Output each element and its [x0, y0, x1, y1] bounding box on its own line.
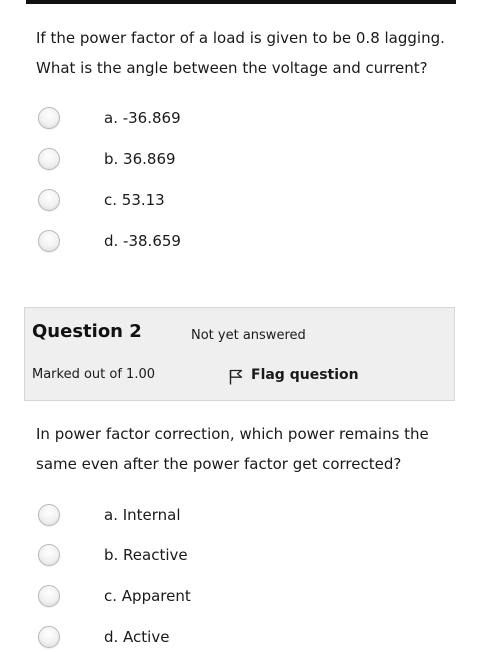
flag-question-label[interactable]: Flag question — [251, 367, 359, 383]
q2-option-c[interactable]: c. Apparent — [38, 582, 191, 610]
question-1-text-line-1: If the power factor of a load is given t… — [36, 29, 445, 47]
question-2-heading: Question 2 — [32, 321, 142, 342]
q2-option-d[interactable]: d. Active — [38, 623, 169, 651]
q2-option-a-radio[interactable] — [38, 504, 60, 526]
question-1-text: If the power factor of a load is given t… — [36, 23, 456, 83]
question-2-status: Not yet answered — [191, 328, 306, 343]
q1-option-c[interactable]: c. 53.13 — [38, 186, 165, 214]
question-1-text-line-2: What is the angle between the voltage an… — [36, 59, 428, 77]
q2-option-a-label: a. Internal — [104, 506, 181, 524]
q1-option-d[interactable]: d. -38.659 — [38, 227, 181, 255]
question-2-marks: Marked out of 1.00 — [32, 367, 156, 382]
question-2-text-line-1: In power factor correction, which power … — [36, 425, 429, 443]
q2-option-d-label: d. Active — [104, 628, 170, 646]
q1-option-c-label: c. 53.13 — [104, 191, 165, 209]
question-2-text-line-2: same even after the power factor get cor… — [36, 455, 402, 473]
flag-question-button[interactable]: Flag question — [229, 365, 359, 385]
q2-option-c-label: c. Apparent — [104, 587, 191, 605]
q2-option-a[interactable]: a. Internal — [38, 501, 181, 529]
top-divider — [26, 0, 456, 4]
q2-option-b-label: b. Reactive — [104, 546, 188, 564]
q2-option-b-radio[interactable] — [38, 544, 60, 566]
q2-option-b[interactable]: b. Reactive — [38, 541, 188, 569]
q1-option-d-label: d. -38.659 — [104, 232, 181, 250]
q1-option-c-radio[interactable] — [38, 189, 60, 211]
flag-icon[interactable] — [229, 369, 243, 385]
q2-option-d-radio[interactable] — [38, 626, 60, 648]
q1-option-a-label: a. -36.869 — [104, 109, 181, 127]
q1-option-b-label: b. 36.869 — [104, 150, 176, 168]
q1-option-b[interactable]: b. 36.869 — [38, 145, 176, 173]
question-2-info-box: Question 2 Not yet answered Marked out o… — [24, 307, 455, 401]
q1-option-d-radio[interactable] — [38, 230, 60, 252]
q1-option-b-radio[interactable] — [38, 148, 60, 170]
q1-option-a[interactable]: a. -36.869 — [38, 104, 181, 132]
q1-option-a-radio[interactable] — [38, 107, 60, 129]
question-2-text: In power factor correction, which power … — [36, 419, 456, 479]
q2-option-c-radio[interactable] — [38, 585, 60, 607]
